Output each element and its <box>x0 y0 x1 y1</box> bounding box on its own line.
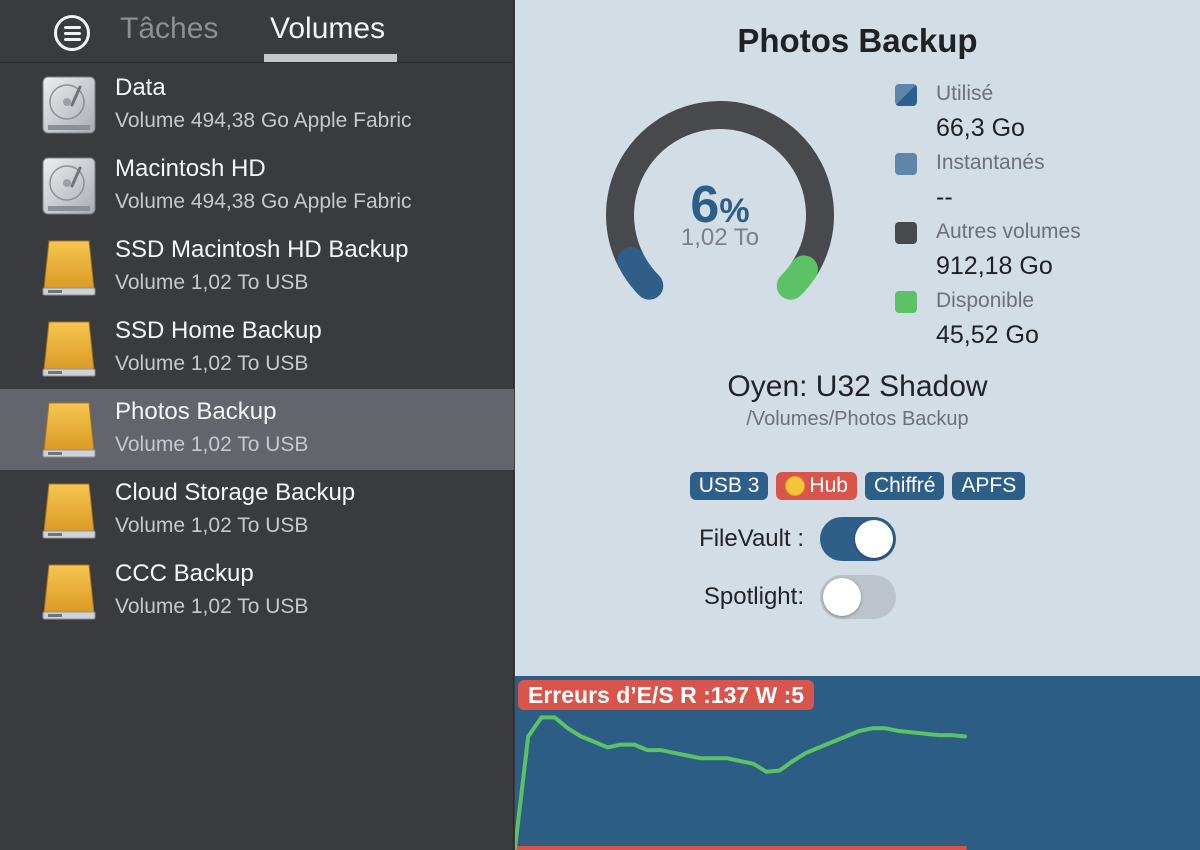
internal-disk-icon <box>40 156 98 216</box>
legend-label: Disponible <box>936 289 1035 312</box>
legend-label: Instantanés <box>936 151 1045 174</box>
badge-encrypted: Chiffré <box>864 472 945 500</box>
sidebar: Tâches Volumes Data Volume 494,38 Go Appl… <box>0 0 514 850</box>
badge-usb3: USB 3 <box>689 472 769 500</box>
external-disk-icon <box>40 318 98 378</box>
volume-subtitle: Volume 494,38 Go Apple Fabric <box>115 190 412 213</box>
volume-item[interactable]: Photos Backup Volume 1,02 To USB <box>0 389 514 470</box>
mount-path: /Volumes/Photos Backup <box>746 408 969 430</box>
volume-name: CCC Backup <box>115 560 254 587</box>
filevault-toggle[interactable] <box>820 517 896 561</box>
volume-name: SSD Macintosh HD Backup <box>115 236 409 263</box>
badge-label: USB 3 <box>698 474 760 497</box>
read-series-line <box>515 715 967 850</box>
volume-item[interactable]: Cloud Storage Backup Volume 1,02 To USB <box>0 470 514 551</box>
volume-name: Cloud Storage Backup <box>115 479 356 506</box>
volume-subtitle: Volume 1,02 To USB <box>115 433 309 456</box>
volume-title: Photos Backup <box>737 22 978 59</box>
legend-label: Utilisé <box>936 82 994 105</box>
volume-list: Data Volume 494,38 Go Apple Fabric Macinto… <box>0 65 514 632</box>
hub-warning-icon <box>785 476 806 496</box>
volume-detail-panel: Photos Backup 6% 1,02 To Utilisé 66,3 Go… <box>515 0 1200 676</box>
filevault-row: FileVault : <box>515 517 1200 561</box>
menu-icon[interactable] <box>54 15 90 51</box>
volume-name: Photos Backup <box>115 398 277 425</box>
volume-item[interactable]: Data Volume 494,38 Go Apple Fabric <box>0 65 514 146</box>
tab-volumes[interactable]: Volumes <box>270 12 385 46</box>
capacity-total: 1,02 To <box>680 224 760 251</box>
volume-subtitle: Volume 494,38 Go Apple Fabric <box>115 109 412 132</box>
badge-apfs: APFS <box>952 472 1026 500</box>
volume-subtitle: Volume 1,02 To USB <box>115 271 309 294</box>
legend-available-swatch <box>895 291 917 313</box>
io-errors-badge: Erreurs d’E/S R :137 W :5 <box>518 680 815 710</box>
legend-other-swatch <box>895 222 917 244</box>
volume-item[interactable]: SSD Home Backup Volume 1,02 To USB <box>0 308 514 389</box>
active-tab-indicator <box>264 54 397 62</box>
badge-label: Chiffré <box>873 474 936 497</box>
volume-subtitle: Volume 1,02 To USB <box>115 595 309 618</box>
tab-tasks[interactable]: Tâches <box>120 12 218 46</box>
legend-value: 66,3 Go <box>936 114 1025 142</box>
volume-name: Data <box>115 74 166 101</box>
gauge-free-arc <box>776 255 818 300</box>
legend-used-swatch <box>895 84 917 106</box>
toggle-knob <box>823 578 861 616</box>
volume-item[interactable]: SSD Macintosh HD Backup Volume 1,02 To US… <box>0 227 514 308</box>
io-activity-graph: Erreurs d’E/S R :137 W :5 <box>515 676 1200 850</box>
internal-disk-icon <box>40 75 98 135</box>
volume-item[interactable]: CCC Backup Volume 1,02 To USB <box>0 551 514 632</box>
external-disk-icon <box>40 561 98 621</box>
volume-subtitle: Volume 1,02 To USB <box>115 352 309 375</box>
volume-item[interactable]: Macintosh HD Volume 494,38 Go Apple Fabri… <box>0 146 514 227</box>
filevault-label: FileVault : <box>699 525 804 552</box>
tab-bar: Tâches Volumes <box>0 0 514 63</box>
badge-hub: Hub <box>776 472 857 500</box>
legend-value: 45,52 Go <box>936 321 1039 349</box>
legend-label: Autres volumes <box>936 220 1081 243</box>
external-disk-icon <box>40 480 98 540</box>
spotlight-toggle[interactable] <box>820 575 896 619</box>
volume-subtitle: Volume 1,02 To USB <box>115 514 309 537</box>
gauge-used-arc <box>617 247 664 300</box>
spotlight-row: Spotlight: <box>515 575 1200 619</box>
device-name: Oyen: U32 Shadow <box>727 370 988 403</box>
volume-name: Macintosh HD <box>115 155 266 182</box>
external-disk-icon <box>40 399 98 459</box>
volume-name: SSD Home Backup <box>115 317 322 344</box>
spotlight-label: Spotlight: <box>703 583 804 610</box>
external-disk-icon <box>40 237 98 297</box>
toggle-knob <box>855 520 893 558</box>
volume-badges: USB 3 Hub Chiffré APFS <box>515 472 1200 500</box>
badge-label: Hub <box>809 474 848 497</box>
legend-value: 912,18 Go <box>936 252 1053 280</box>
legend-snapshots-swatch <box>895 153 917 175</box>
legend-value: -- <box>936 183 953 211</box>
badge-label: APFS <box>961 474 1017 497</box>
